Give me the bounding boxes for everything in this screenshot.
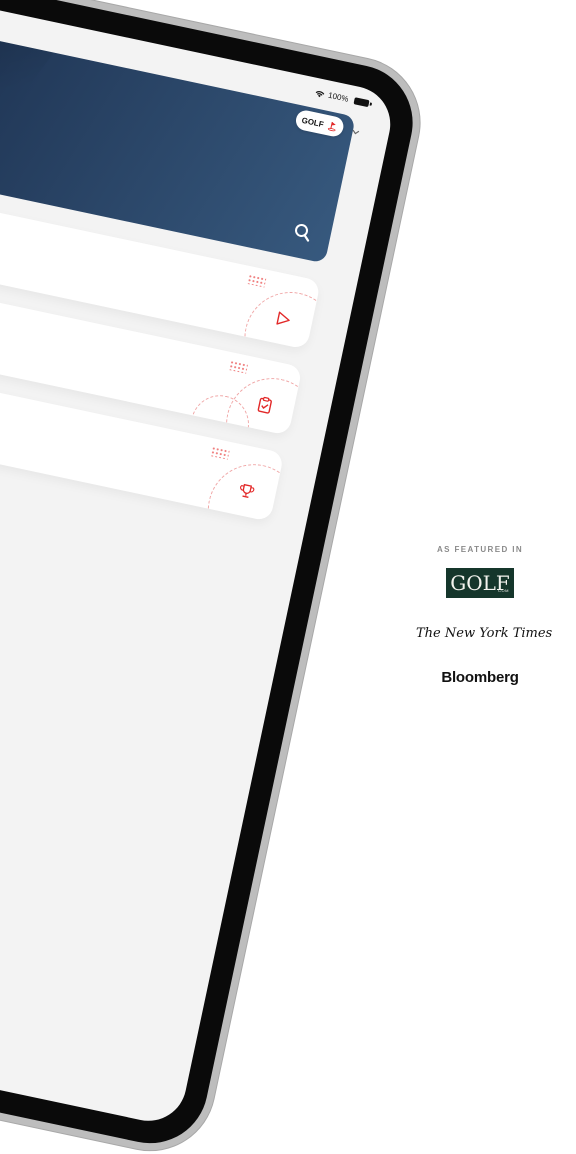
dot-pattern — [228, 360, 249, 374]
battery-icon — [353, 97, 370, 108]
dot-pattern — [210, 446, 230, 460]
trophy-icon[interactable] — [236, 481, 257, 502]
app-screen: 100% ors GOLF — [0, 0, 398, 1128]
golf-flag-icon — [327, 121, 336, 132]
wifi-icon — [314, 88, 325, 98]
status-bar: 100% — [314, 88, 370, 108]
play-icon[interactable] — [273, 308, 294, 329]
bloomberg-logo: Bloomberg — [441, 669, 519, 686]
search-icon[interactable] — [291, 220, 315, 244]
chevron-down-icon[interactable] — [350, 126, 362, 138]
battery-percent: 100% — [327, 90, 350, 104]
clipboard-check-icon[interactable] — [254, 395, 275, 416]
featured-label: AS FEATURED IN — [436, 545, 524, 554]
brand-label: GOLF — [300, 115, 325, 129]
nyt-logo: The New York Times — [416, 626, 553, 641]
dot-pattern — [246, 274, 267, 288]
tablet-device: 100% ors GOLF — [0, 0, 424, 1154]
golf-logo: GOLF COM — [446, 568, 514, 598]
featured-in-section: AS FEATURED IN GOLF COM The New York Tim… — [416, 545, 552, 686]
